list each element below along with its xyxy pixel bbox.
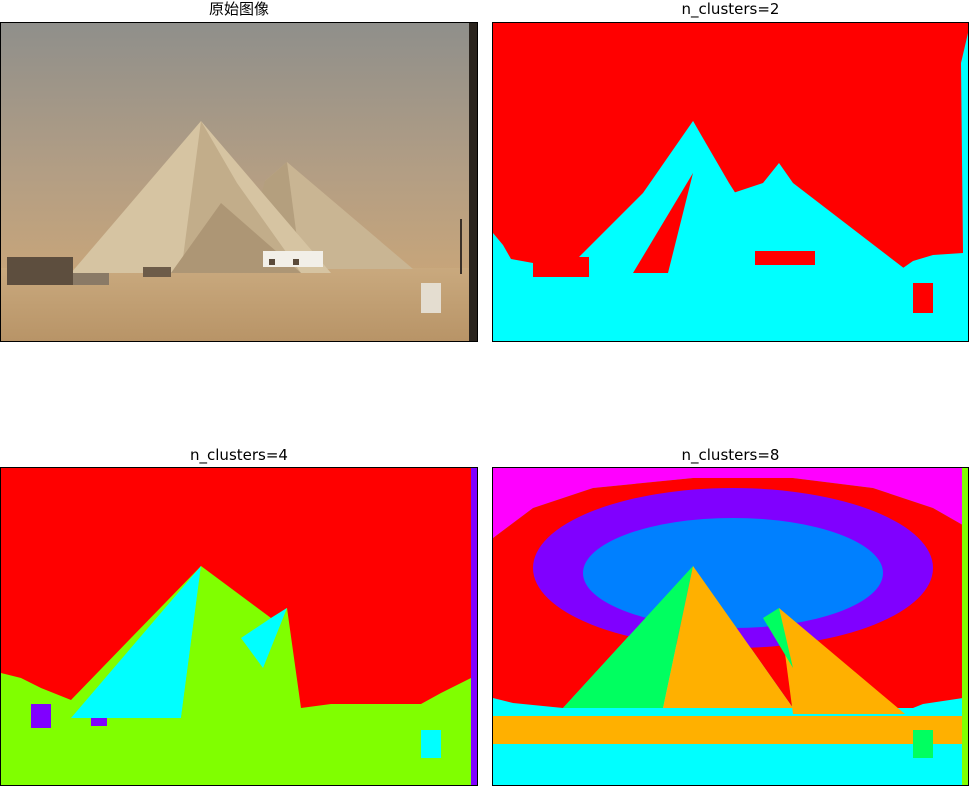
clusters-4-image (1, 468, 477, 785)
panel-title-clusters-8: n_clusters=8 (681, 446, 780, 464)
panel-title-clusters-4: n_clusters=4 (190, 446, 288, 464)
photo-frame-edge (469, 23, 477, 341)
building-red (755, 251, 815, 265)
ground-orange-band (493, 716, 968, 744)
clusters-8-image (493, 468, 968, 785)
lamp-pole (460, 219, 462, 274)
frame-edge-purple (471, 468, 477, 785)
booth-cyan (421, 730, 441, 758)
shed-red (533, 257, 589, 277)
booth-green (913, 730, 933, 758)
hut-purple (91, 718, 107, 726)
panel-title-original: 原始图像 (208, 0, 269, 18)
frame-edge-green (962, 468, 968, 785)
clusters-2-image (493, 23, 968, 341)
shed-purple (31, 704, 51, 728)
clusters-4-panel (0, 467, 478, 786)
clusters-2-panel (492, 22, 969, 342)
small-booth (421, 283, 441, 313)
left-shed (7, 257, 73, 285)
booth-red (913, 283, 933, 313)
small-hut (143, 267, 171, 277)
original-image (1, 23, 477, 341)
clusters-8-panel (492, 467, 969, 786)
original-image-panel (0, 22, 478, 342)
panel-title-clusters-2: n_clusters=2 (681, 0, 780, 18)
left-shed-annex (73, 273, 109, 285)
building-window (293, 259, 299, 265)
cluster-region-blue (583, 518, 883, 628)
building-window (269, 259, 275, 265)
